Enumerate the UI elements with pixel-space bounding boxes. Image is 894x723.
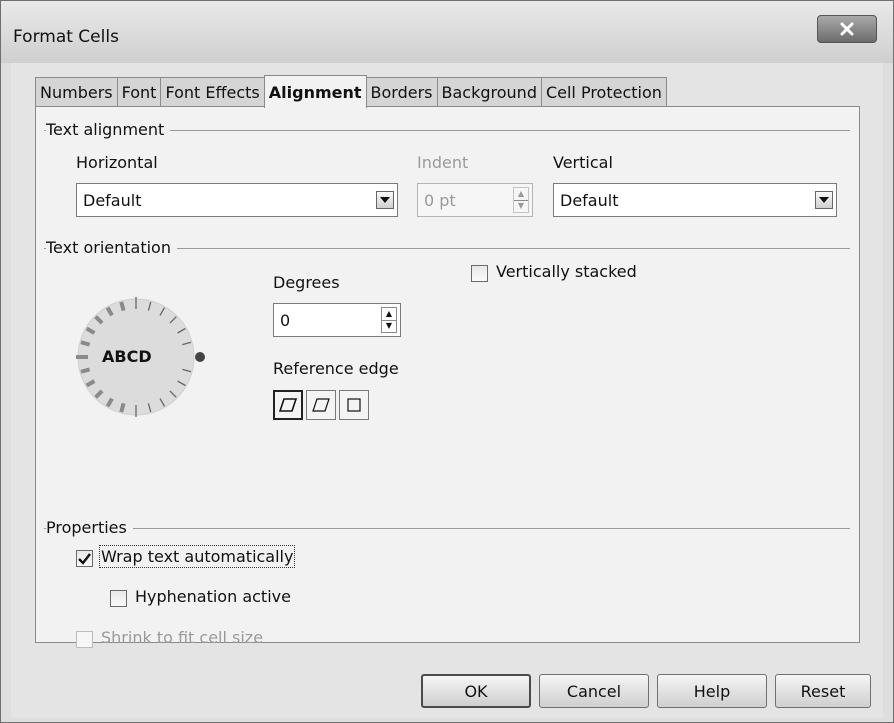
spin-down-icon[interactable]: ▼ [382,319,396,333]
vertically-stacked-checkbox[interactable] [471,265,488,282]
dropdown-arrow-icon[interactable] [815,191,833,209]
checkmark-icon [78,552,91,565]
tab-font-effects[interactable]: Font Effects [160,77,265,107]
orientation-dial[interactable]: ABCD [70,282,220,432]
degrees-spinbox[interactable]: 0 ▲ ▼ [273,303,401,337]
group-divider [44,528,850,529]
cancel-button[interactable]: Cancel [539,674,649,708]
tab-font[interactable]: Font [116,77,162,107]
spin-up-icon[interactable]: ▲ [514,188,528,200]
dropdown-arrow-icon[interactable] [376,191,394,209]
indent-label: Indent [417,153,469,172]
degrees-label: Degrees [273,273,340,292]
indent-spinbox[interactable]: 0 pt ▲ ▼ [417,183,533,217]
help-button-label: Help [693,681,731,701]
help-button[interactable]: Help [657,674,767,708]
dial-tick [80,340,91,347]
format-cells-dialog: Format Cells Numbers Font Font Effects A… [0,0,894,723]
reset-button-label: Reset [800,681,846,701]
vertically-stacked-label[interactable]: Vertically stacked [496,262,637,281]
reference-edge-inside-icon [347,398,361,412]
properties-title: Properties [46,518,133,537]
dial-tick [119,301,126,312]
horizontal-value: Default [83,191,142,210]
reference-edge-top-icon [312,398,330,412]
tab-label: Alignment [268,82,362,102]
tab-label: Cell Protection [545,83,662,102]
close-icon [840,22,854,36]
vertical-label: Vertical [553,153,613,172]
dial-text: ABCD [102,347,152,366]
title-bar: Format Cells [1,1,893,63]
vertical-select[interactable]: Default [553,183,837,217]
tab-label: Font [121,83,157,102]
shrink-to-fit-checkbox[interactable] [76,631,93,648]
tab-label: Numbers [40,83,113,102]
reference-edge-bottom-button[interactable] [273,390,303,420]
spin-down-icon[interactable]: ▼ [514,199,528,213]
horizontal-label: Horizontal [76,153,158,172]
dial-tick [119,402,126,413]
horizontal-select[interactable]: Default [76,183,398,217]
close-button[interactable] [817,15,877,43]
degrees-value: 0 [280,311,291,330]
spin-arrows[interactable]: ▲ ▼ [381,307,397,333]
ok-button-label: OK [464,681,488,701]
reset-button[interactable]: Reset [775,674,871,708]
tab-numbers[interactable]: Numbers [35,77,118,107]
cancel-button-label: Cancel [566,681,622,701]
shrink-to-fit-label[interactable]: Shrink to fit cell size [101,628,263,647]
hyphenation-label[interactable]: Hyphenation active [135,587,291,606]
wrap-text-label[interactable]: Wrap text automatically [98,545,296,568]
dialog-title: Format Cells [13,27,119,47]
spin-up-icon[interactable]: ▲ [382,308,396,320]
dial-tick [80,367,91,374]
dialog-client-area: Numbers Font Font Effects Alignment Bord… [11,63,883,718]
tab-cell-protection[interactable]: Cell Protection [540,77,667,107]
tab-label: Font Effects [165,83,260,102]
reference-edge-label: Reference edge [273,359,399,378]
reference-edge-top-button[interactable] [306,390,336,420]
indent-value: 0 pt [424,191,456,210]
tab-bar: Numbers Font Font Effects Alignment Bord… [35,75,667,108]
reference-edge-bottom-icon [279,398,297,412]
spin-arrows[interactable]: ▲ ▼ [513,187,529,213]
hyphenation-checkbox[interactable] [110,590,127,607]
reference-edge-inside-button[interactable] [339,390,369,420]
tab-label: Borders [370,83,433,102]
tab-label: Background [441,83,537,102]
alignment-panel: Text alignment Horizontal Default Indent… [35,106,860,648]
wrap-text-checkbox[interactable] [76,550,93,567]
text-alignment-title: Text alignment [46,120,171,139]
ok-button[interactable]: OK [421,674,531,708]
text-orientation-title: Text orientation [46,238,177,257]
tab-background[interactable]: Background [436,77,542,107]
tab-borders[interactable]: Borders [365,77,438,107]
vertical-value: Default [560,191,619,210]
tab-alignment[interactable]: Alignment [263,75,367,108]
